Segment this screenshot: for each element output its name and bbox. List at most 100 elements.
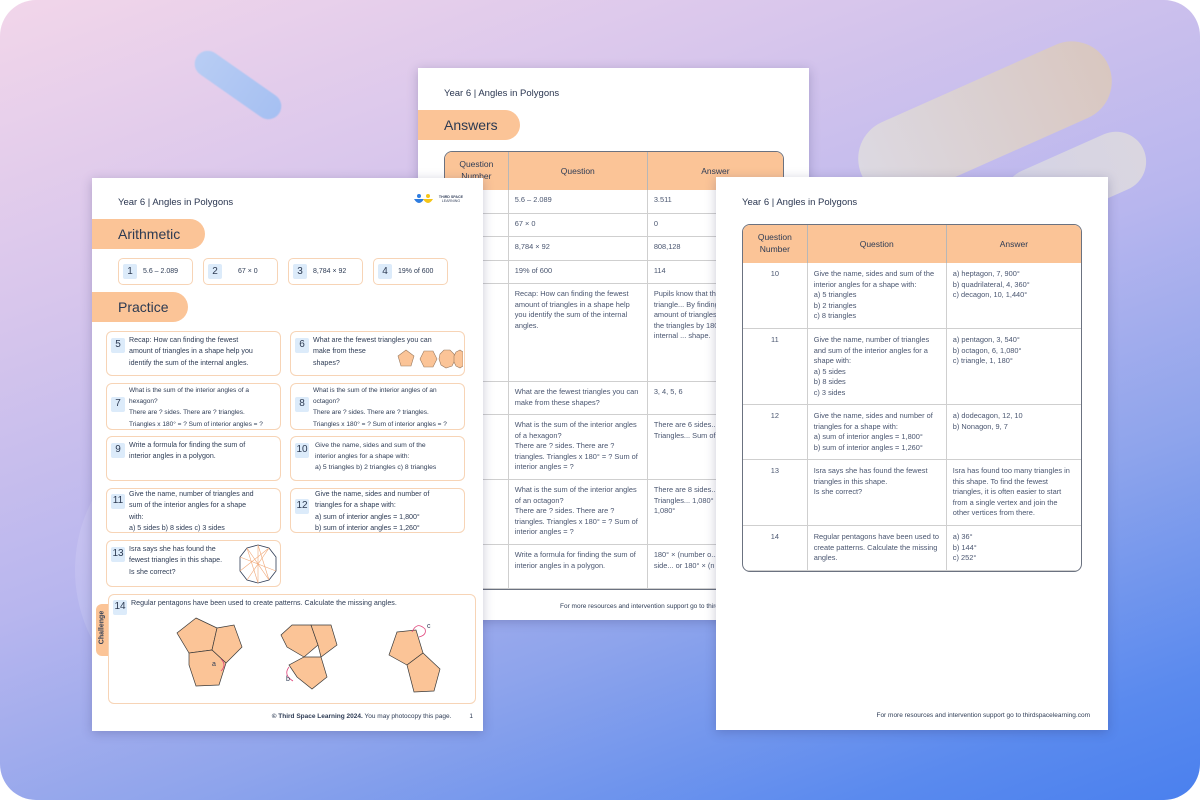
- question-number: 9: [111, 443, 125, 458]
- page-header: Year 6 | Angles in Polygons: [118, 197, 234, 208]
- question-number: 7: [111, 397, 125, 412]
- logo-text: THIRD SPACE LEARNING: [439, 195, 463, 204]
- question-text: 67 × 0: [238, 268, 258, 275]
- answer-cell: a) dodecagon, 12, 10 b) Nonagon, 9, 7: [946, 405, 1081, 461]
- question-cell: 5.6 – 2.089: [508, 190, 648, 214]
- table-row: 13 Isra says she has found the fewest tri…: [743, 460, 1081, 527]
- logo-line-2: LEARNING: [441, 199, 461, 203]
- table-row: 14 Regular pentagons have been used to cr…: [743, 526, 1081, 571]
- question-cell: What is the sum of the interior angles o…: [508, 480, 648, 546]
- question-box: 6 What are the fewest triangles you can …: [290, 331, 465, 376]
- question-cell: Regular pentagons have been used to crea…: [807, 526, 947, 571]
- page-header: Year 6 | Angles in Polygons: [742, 197, 858, 208]
- question-number: 11: [111, 494, 125, 509]
- photocopy-note: You may photocopy this page.: [364, 713, 452, 720]
- answer-cell: Isra has found too many triangles in thi…: [946, 460, 1081, 527]
- challenge-tab: Challenge: [96, 604, 108, 656]
- pentagon-shape: [176, 617, 218, 654]
- table-row: 10 Give the name, sides and sum of the in…: [743, 263, 1081, 329]
- angle-label-c: c: [427, 623, 431, 630]
- question-number: 4: [378, 264, 392, 279]
- question-number: 2: [208, 264, 222, 279]
- question-cell: Give the name, number of triangles and s…: [807, 329, 947, 406]
- answers-title-text: Answers: [444, 117, 498, 133]
- question-text: What is the sum of the interior angles o…: [313, 387, 447, 428]
- page-header: Year 6 | Angles in Polygons: [444, 88, 560, 99]
- table-row: 11 Give the name, number of triangles and…: [743, 329, 1081, 406]
- table-row: 12 Give the name, sides and number of tri…: [743, 405, 1081, 461]
- question-number: 8: [295, 397, 309, 412]
- question-number: 13: [111, 547, 125, 562]
- question-box: 13 Isra says she has found the fewest tr…: [106, 540, 281, 587]
- question-text: 8,784 × 92: [313, 268, 347, 275]
- question-box: 11 Give the name, number of triangles an…: [106, 488, 281, 533]
- page-number: 1: [469, 713, 473, 720]
- question-box: 10 Give the name, sides and sum of the i…: [290, 436, 465, 481]
- question-text: Give the name, sides and sum of the inte…: [315, 442, 437, 471]
- answers-page-2: Year 6 | Angles in Polygons Question Num…: [716, 177, 1108, 730]
- angle-label-b: b: [286, 676, 290, 683]
- question-number-cell: 12: [743, 405, 808, 461]
- question-box: 9 Write a formula for finding the sum of…: [106, 436, 281, 481]
- header-answer: Answer: [946, 225, 1081, 263]
- question-number: 10: [295, 443, 309, 458]
- answer-cell: a) heptagon, 7, 900° b) quadrilateral, 4…: [946, 263, 1081, 329]
- arithmetic-question: 3 8,784 × 92: [288, 258, 363, 285]
- question-number: 12: [295, 499, 309, 514]
- question-number-cell: 11: [743, 329, 808, 406]
- heptagon-shape: [438, 349, 456, 369]
- octagon-shape: [453, 349, 463, 369]
- arithmetic-section-title: Arithmetic: [92, 219, 205, 249]
- challenge-label: Challenge: [98, 610, 106, 645]
- question-number-cell: 14: [743, 526, 808, 571]
- question-number: 6: [295, 338, 309, 353]
- footer-copyright: © Third Space Learning 2024. You may pho…: [272, 713, 452, 720]
- header-question: Question: [508, 152, 648, 190]
- question-cell: Write a formula for finding the sum of i…: [508, 545, 648, 590]
- worksheet-page: Year 6 | Angles in Polygons THIRD SPACE …: [92, 178, 483, 731]
- question-cell: Recap: How can finding the fewest amount…: [508, 284, 648, 383]
- arithmetic-questions: 1 5.6 – 2.089 2 67 × 0 3 8,784 × 92 4 19% of…: [118, 258, 448, 285]
- question-text: 5.6 – 2.089: [143, 268, 179, 275]
- question-cell: What are the fewest triangles you can ma…: [508, 382, 648, 416]
- question-box: 5 Recap: How can finding the fewest amou…: [106, 331, 281, 376]
- question-text: Write a formula for finding the sum of i…: [129, 441, 246, 461]
- question-number: 3: [293, 264, 307, 279]
- answers-table-wrapper: Question Number Question Answer 10 Give t…: [742, 224, 1082, 572]
- arithmetic-question: 2 67 × 0: [203, 258, 278, 285]
- question-box: 8 What is the sum of the interior angles…: [290, 383, 465, 430]
- question-number-cell: 10: [743, 263, 808, 329]
- question-number: 5: [111, 338, 125, 353]
- question-text: Give the name, sides and number of trian…: [315, 490, 430, 533]
- question-cell: What is the sum of the interior angles o…: [508, 415, 648, 481]
- answers-section-title: Answers: [418, 110, 520, 140]
- decagon-diagram: [239, 544, 277, 584]
- decorative-pill: [189, 45, 287, 125]
- question-box: 7 What is the sum of the interior angles…: [106, 383, 281, 430]
- practice-section-title: Practice: [92, 292, 188, 322]
- answers-table: Question Number Question Answer 10 Give t…: [743, 225, 1081, 571]
- pentagon-shape: [288, 656, 328, 690]
- question-box: 12 Give the name, sides and number of tr…: [290, 488, 465, 533]
- arithmetic-question: 4 19% of 600: [373, 258, 448, 285]
- question-cell: Give the name, sides and sum of the inte…: [807, 263, 947, 329]
- arithmetic-question: 1 5.6 – 2.089: [118, 258, 193, 285]
- pentagon-shape: [397, 349, 415, 367]
- question-cell: 67 × 0: [508, 213, 648, 238]
- question-number: 1: [123, 264, 137, 279]
- answer-cell: a) 36° b) 144° c) 252°: [946, 526, 1081, 571]
- polygon-shapes-icon: [397, 349, 463, 369]
- hexagon-shape: [419, 350, 438, 368]
- practice-title-text: Practice: [118, 299, 169, 315]
- page-footer: For more resources and intervention supp…: [876, 712, 1090, 719]
- header-question: Question: [807, 225, 947, 263]
- challenge-question-box: 14 Regular pentagons have been used to c…: [108, 594, 476, 704]
- question-text: Recap: How can finding the fewest amount…: [129, 336, 253, 367]
- question-cell: 19% of 600: [508, 260, 648, 285]
- question-cell: 8,784 × 92: [508, 237, 648, 261]
- answer-cell: a) pentagon, 3, 540° b) octagon, 6, 1,08…: [946, 329, 1081, 406]
- page-footer: © Third Space Learning 2024. You may pho…: [272, 713, 473, 720]
- copyright-text: © Third Space Learning 2024.: [271, 713, 363, 720]
- question-text: 19% of 600: [398, 268, 434, 275]
- question-number-cell: 13: [743, 460, 808, 527]
